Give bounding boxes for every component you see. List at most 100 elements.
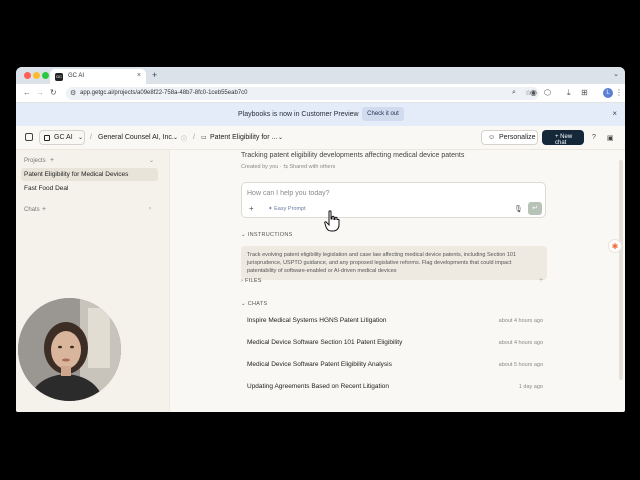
tab-strip: GC GC AI × + ⌄ (16, 67, 625, 84)
instructions-text[interactable]: Track evolving patent eligibility legisl… (241, 246, 547, 280)
personalize-label: Personalize (499, 134, 536, 141)
chat-title: Medical Device Software Section 101 Pate… (247, 339, 403, 346)
personalize-button[interactable]: ☺ Personalize (481, 130, 538, 145)
easy-prompt-label: Easy Prompt (274, 206, 306, 212)
project-meta: Created by you · ⇆ Shared with others (241, 164, 336, 170)
webcam-overlay (18, 298, 121, 401)
more-icon[interactable]: ⋮ (615, 88, 623, 97)
share-icon: ⇆ (283, 164, 288, 170)
chevron-down-icon[interactable]: ⌄ (173, 134, 178, 141)
minimize-window-button[interactable] (33, 72, 40, 79)
url-text: app.getgc.ai/projects/a09e8f22-758a-48b7… (80, 90, 248, 96)
add-chat-icon[interactable]: + (42, 206, 46, 213)
chat-time: about 4 hours ago (498, 318, 543, 324)
prompt-input[interactable] (247, 188, 527, 198)
sparkle-icon: ✦ (268, 206, 273, 212)
projects-label: Projects (24, 158, 46, 164)
chats-section-label: CHATS (247, 301, 268, 307)
main-scrollbar[interactable] (619, 160, 623, 380)
files-label: FILES (244, 278, 262, 284)
chevron-right-icon: › (241, 278, 244, 284)
profile-avatar[interactable]: L (603, 88, 613, 98)
chevron-right-icon[interactable]: › (149, 206, 151, 212)
gcai-favicon-icon: GC (55, 73, 63, 81)
chat-title: Updating Agreements Based on Recent Liti… (247, 383, 390, 390)
new-tab-button[interactable]: + (152, 70, 157, 80)
info-icon[interactable]: ⓘ (181, 134, 187, 143)
banner-close-icon[interactable]: × (612, 109, 617, 118)
breadcrumb-project[interactable]: Patent Eligibility for ... (210, 134, 277, 141)
chats-label: Chats (24, 207, 40, 213)
send-button[interactable]: ↵ (528, 202, 542, 215)
extension-icon[interactable]: ◉ (530, 88, 537, 97)
person-icon: ☺ (488, 134, 496, 141)
instructions-label: INSTRUCTIONS (247, 232, 293, 238)
org-switcher-button[interactable]: GC AI ⌄ (39, 130, 85, 145)
tab-title: GC AI (68, 73, 85, 79)
chevron-down-icon: ⌄ (241, 232, 246, 238)
project-description: Tracking patent eligibility developments… (241, 152, 465, 159)
maximize-window-button[interactable] (42, 72, 49, 79)
folder-icon: ▭ (201, 135, 207, 141)
announcement-banner: Playbooks is now in Customer Preview Che… (16, 103, 625, 126)
back-icon[interactable]: ← (23, 88, 31, 97)
new-chat-button[interactable]: + New chat (542, 130, 584, 146)
tab-search-icon[interactable]: ⌄ (613, 70, 619, 78)
new-chat-label: + New chat (555, 134, 573, 146)
chat-title: Medical Device Software Patent Eligibili… (247, 361, 392, 368)
chevron-down-icon: ⌄ (78, 135, 84, 141)
hubspot-widget-icon[interactable]: ✱ (608, 239, 622, 253)
forward-icon[interactable]: → (36, 88, 44, 97)
breadcrumb-separator: / (193, 134, 195, 141)
download-icon[interactable]: ⤓ (567, 88, 571, 98)
reload-icon[interactable]: ↻ (50, 88, 57, 97)
chat-title: Inspire Medical Systems HGNS Patent Liti… (247, 317, 387, 324)
chevron-down-icon[interactable]: ⌄ (278, 134, 283, 141)
add-project-icon[interactable]: + (50, 157, 54, 164)
easy-prompt-button[interactable]: ✦ Easy Prompt (268, 206, 306, 212)
zoom-icon[interactable]: ⌕ (512, 89, 516, 97)
tab-close-icon[interactable]: × (137, 72, 141, 79)
video-frame: GC GC AI × + ⌄ ← → ↻ ⚙ app.getgc.ai/proj… (0, 0, 640, 480)
prompt-composer: + ✦ Easy Prompt 🎙 ↵ (241, 182, 546, 218)
chat-row[interactable]: Medical Device Software Section 101 Pate… (241, 335, 547, 355)
sidebar-item-fast-food-deal[interactable]: Fast Food Deal (21, 182, 158, 195)
chat-row[interactable]: Inspire Medical Systems HGNS Patent Liti… (241, 313, 547, 333)
panel-toggle-icon[interactable]: ▣ (607, 134, 614, 142)
breadcrumb-workspace[interactable]: General Counsel AI, Inc. (98, 134, 174, 141)
extensions-puzzle-icon[interactable]: ⊞ (581, 88, 588, 97)
help-icon[interactable]: ? (592, 134, 596, 141)
hand-pointer-icon (324, 210, 340, 232)
chat-time: about 4 hours ago (498, 340, 543, 346)
created-by: Created by you (241, 164, 279, 170)
chat-row[interactable]: Updating Agreements Based on Recent Liti… (241, 379, 547, 399)
attach-plus-icon[interactable]: + (249, 204, 254, 213)
add-file-icon[interactable]: + (539, 277, 543, 284)
sidebar-toggle-icon[interactable] (25, 133, 33, 141)
chat-time: about 5 hours ago (498, 362, 543, 368)
extension-icon[interactable]: ⬡ (544, 88, 551, 97)
chat-row[interactable]: Medical Device Software Patent Eligibili… (241, 357, 547, 377)
microphone-icon[interactable]: 🎙 (514, 205, 523, 213)
chevron-down-icon[interactable]: ⌄ (149, 157, 154, 164)
org-name: GC AI (54, 134, 73, 141)
address-bar-row: ← → ↻ ⚙ app.getgc.ai/projects/a09e8f22-7… (16, 84, 625, 103)
chats-header[interactable]: ⌄ CHATS (241, 301, 267, 307)
instructions-header[interactable]: ⌄ INSTRUCTIONS (241, 232, 293, 238)
site-info-icon[interactable]: ⚙ (70, 89, 76, 97)
breadcrumb-separator: / (90, 134, 92, 141)
gcai-logo-icon (44, 135, 50, 141)
shared-status: Shared with others (289, 164, 336, 170)
chat-time: 1 day ago (518, 384, 543, 390)
close-window-button[interactable] (24, 72, 31, 79)
presenter-webcam-image (18, 298, 121, 401)
browser-tab[interactable]: GC GC AI × (50, 69, 146, 84)
url-field[interactable]: ⚙ app.getgc.ai/projects/a09e8f22-758a-48… (66, 87, 539, 100)
sidebar-item-patent-eligibility[interactable]: Patent Eligibility for Medical Devices (21, 168, 158, 181)
files-header[interactable]: › FILES (241, 278, 262, 284)
project-main: Tracking patent eligibility developments… (170, 150, 625, 412)
banner-text: Playbooks is now in Customer Preview (238, 111, 359, 118)
app-header: GC AI ⌄ / General Counsel AI, Inc. ⌄ ⓘ /… (16, 126, 625, 150)
chevron-down-icon: ⌄ (241, 301, 246, 307)
check-it-out-button[interactable]: Check it out (362, 107, 404, 121)
